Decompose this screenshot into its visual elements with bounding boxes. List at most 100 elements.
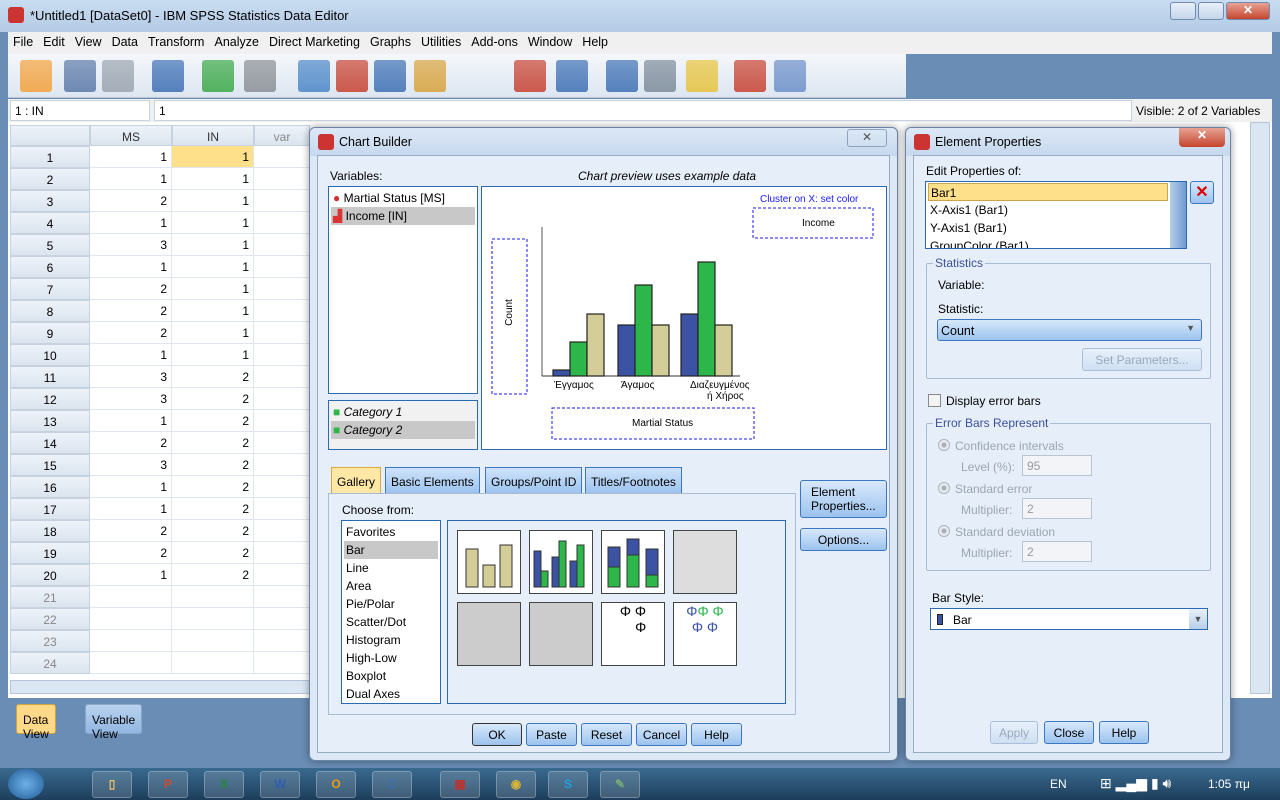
table-cell[interactable]: 1 [172,344,254,366]
table-cell[interactable]: 2 [172,366,254,388]
row-header[interactable]: 17 [10,498,90,520]
row-header[interactable]: 9 [10,322,90,344]
simple-error-bar-thumbnail[interactable]: Φ Φ Φ [601,602,665,666]
table-cell[interactable]: 1 [90,212,172,234]
table-cell[interactable]: 2 [90,322,172,344]
vertical-scrollbar[interactable] [1250,122,1270,694]
close-button[interactable]: Close [1044,721,1094,744]
row-header[interactable]: 3 [10,190,90,212]
row-header[interactable]: 11 [10,366,90,388]
bar-style-select[interactable]: Bar ▼ [930,608,1208,630]
table-cell[interactable] [254,476,310,498]
row-header[interactable]: 19 [10,542,90,564]
se-multiplier-input[interactable]: 2 [1022,498,1092,519]
table-cell[interactable] [254,344,310,366]
table-cell[interactable] [172,652,254,674]
table-cell[interactable] [254,388,310,410]
table-cell[interactable]: 2 [172,520,254,542]
statistic-select[interactable]: Count ▼ [937,319,1202,341]
table-cell[interactable]: 1 [90,410,172,432]
chart-type-favorites[interactable]: Favorites [344,523,438,541]
taskbar-excel-icon[interactable]: X [204,771,244,798]
taskbar-app-icon[interactable]: ▦ [440,771,480,798]
menu-add-ons[interactable]: Add-ons [466,32,523,49]
confidence-intervals-radio[interactable] [938,439,950,451]
table-cell[interactable] [254,278,310,300]
row-header[interactable]: 13 [10,410,90,432]
horizontal-scrollbar[interactable] [10,680,310,694]
menu-utilities[interactable]: Utilities [416,32,466,49]
chart-type-area[interactable]: Area [344,577,438,595]
3d-clustered-bar-thumbnail[interactable] [457,602,521,666]
row-header[interactable]: 16 [10,476,90,498]
menu-edit[interactable]: Edit [38,32,70,49]
row-header[interactable]: 23 [10,630,90,652]
close-icon[interactable]: ✕ [1179,128,1225,147]
table-cell[interactable]: 2 [90,432,172,454]
menu-window[interactable]: Window [523,32,577,49]
row-header[interactable]: 22 [10,608,90,630]
ok-button[interactable]: OK [472,723,522,746]
taskbar-chrome-icon[interactable]: ◉ [496,771,536,798]
chart-type-scatter-dot[interactable]: Scatter/Dot [344,613,438,631]
element-item-group-color[interactable]: GroupColor (Bar1) [928,237,1184,248]
menu-analyze[interactable]: Analyze [209,32,263,49]
table-cell[interactable]: 1 [172,146,254,168]
table-cell[interactable]: 3 [90,234,172,256]
paste-button[interactable]: Paste [526,723,577,746]
redo-icon[interactable] [244,60,276,92]
table-cell[interactable] [254,234,310,256]
tab-groups-point-id[interactable]: Groups/Point ID [485,467,583,493]
table-cell[interactable] [172,586,254,608]
menu-file[interactable]: File [8,32,38,49]
table-cell[interactable]: 1 [172,322,254,344]
table-cell[interactable] [254,652,310,674]
row-header[interactable]: 15 [10,454,90,476]
value-labels-icon[interactable] [414,60,446,92]
sd-multiplier-input[interactable]: 2 [1022,541,1092,562]
menu-transform[interactable]: Transform [143,32,210,49]
simple-bar-thumbnail[interactable] [457,530,521,594]
table-cell[interactable]: 3 [90,366,172,388]
table-cell[interactable] [90,652,172,674]
table-cell[interactable] [254,520,310,542]
clock[interactable]: 1:05 πμ [1208,777,1250,791]
3d-bar-thumbnail[interactable] [673,530,737,594]
chart-type-dual-axes[interactable]: Dual Axes [344,685,438,703]
table-cell[interactable]: 1 [172,212,254,234]
element-list-scrollbar[interactable] [1170,182,1186,248]
chart-type-bar[interactable]: Bar [344,541,438,559]
table-cell[interactable] [254,586,310,608]
table-cell[interactable] [254,366,310,388]
tab-titles-footnotes[interactable]: Titles/Footnotes [585,467,682,493]
clustered-error-bar-thumbnail[interactable]: ΦΦ ΦΦ Φ [673,602,737,666]
element-properties-button[interactable]: Element Properties... [800,480,887,518]
column-header-in[interactable]: IN [172,125,254,146]
stacked-bar-thumbnail[interactable] [601,530,665,594]
row-header[interactable]: 18 [10,520,90,542]
taskbar-word-icon[interactable]: W [260,771,300,798]
element-item-y-axis[interactable]: Y-Axis1 (Bar1) [928,219,1184,237]
recall-dialog-icon[interactable] [152,60,184,92]
goto-variable-icon[interactable] [336,60,368,92]
tab-data-view[interactable]: Data View [16,704,56,741]
table-cell[interactable]: 3 [90,388,172,410]
table-cell[interactable]: 1 [90,344,172,366]
column-header-ms[interactable]: MS [90,125,172,146]
tray-icons[interactable]: ⊞ ▂▄▆ ▮ 🔊︎ [1100,775,1171,792]
table-cell[interactable]: 1 [90,146,172,168]
table-cell[interactable]: 1 [90,476,172,498]
variable-item-martial-status[interactable]: ● Martial Status [MS] [331,189,475,207]
element-item-bar1[interactable]: Bar1 [928,183,1168,201]
table-cell[interactable] [254,190,310,212]
options-button[interactable]: Options... [800,528,887,551]
taskbar-spss-icon[interactable]: Σ [372,771,412,798]
table-cell[interactable]: 1 [172,256,254,278]
chart-preview-canvas[interactable]: Cluster on X: set color Income Count Mar… [481,186,887,450]
table-cell[interactable] [254,168,310,190]
spell-check-icon[interactable] [866,60,898,92]
row-header[interactable]: 21 [10,586,90,608]
delete-element-icon[interactable]: ✕ [1190,181,1214,204]
table-cell[interactable]: 2 [90,542,172,564]
cell-value-input[interactable]: 1 [154,100,1132,121]
